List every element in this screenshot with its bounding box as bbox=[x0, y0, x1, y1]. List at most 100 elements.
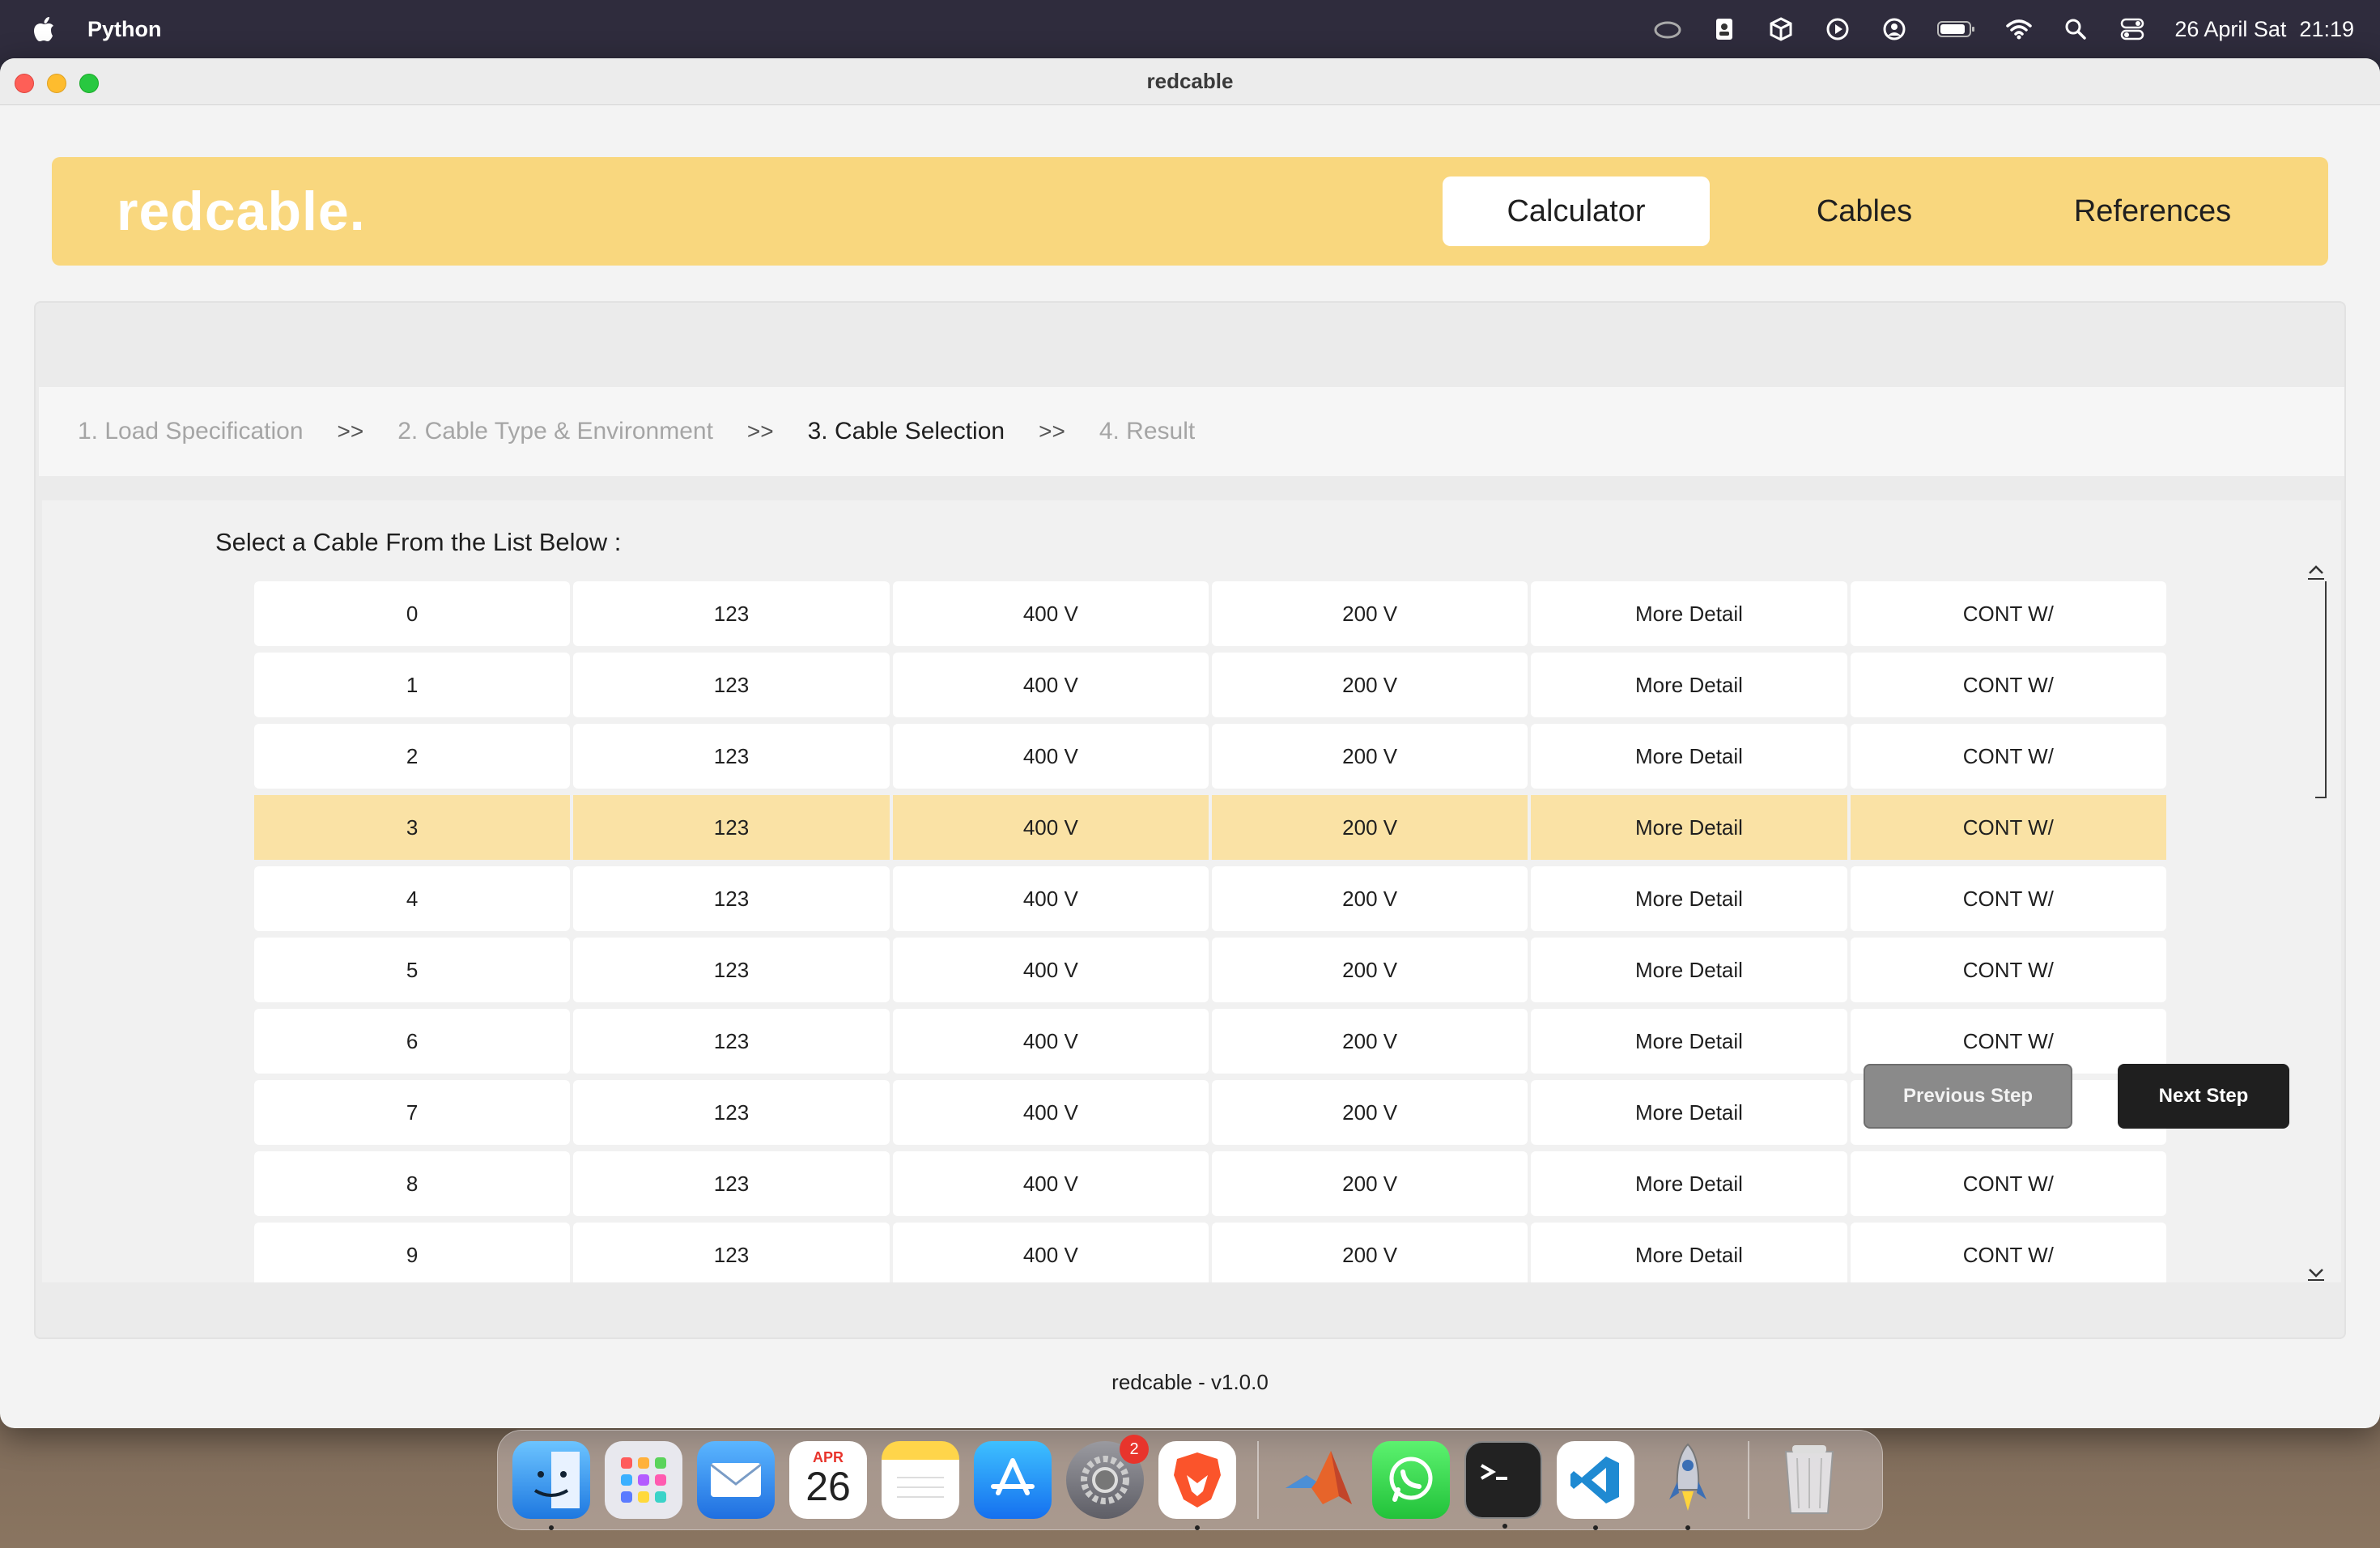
calendar-icon[interactable]: APR 26 bbox=[789, 1441, 867, 1519]
finder-icon[interactable] bbox=[512, 1441, 590, 1530]
cell-cable-value: 123 bbox=[573, 724, 890, 789]
cell-more-detail[interactable]: More Detail bbox=[1531, 1151, 1847, 1216]
previous-step-button[interactable]: Previous Step bbox=[1864, 1064, 2072, 1129]
cable-list[interactable]: 0 123 400 V 200 V More Detail CONT W/1 123 400 … bbox=[254, 581, 2166, 1282]
cell-operating-voltage: 200 V bbox=[1211, 581, 1528, 646]
list-prompt: Select a Cable From the List Below : bbox=[215, 528, 622, 556]
cell-cable-value: 123 bbox=[573, 1080, 890, 1145]
cell-more-detail[interactable]: More Detail bbox=[1531, 724, 1847, 789]
cell-operating-voltage: 200 V bbox=[1211, 1223, 1528, 1282]
brave-browser-icon[interactable] bbox=[1158, 1441, 1236, 1530]
cell-more-detail[interactable]: More Detail bbox=[1531, 795, 1847, 860]
clock[interactable]: 26 April Sat 21:19 bbox=[2174, 17, 2354, 42]
list-scrollbar[interactable] bbox=[2299, 560, 2328, 1282]
cell-cont-info: CONT W/ bbox=[1850, 724, 2166, 789]
control-center-icon[interactable] bbox=[2118, 15, 2147, 44]
contacts-icon[interactable] bbox=[1710, 15, 1739, 44]
scrollbar-thumb[interactable] bbox=[2315, 581, 2327, 798]
cell-more-detail[interactable]: More Detail bbox=[1531, 653, 1847, 717]
cell-more-detail[interactable]: More Detail bbox=[1531, 1080, 1847, 1145]
table-row[interactable]: 0 123 400 V 200 V More Detail CONT W/ bbox=[254, 581, 2166, 646]
step-separator: >> bbox=[746, 419, 774, 444]
dock-separator bbox=[1257, 1441, 1259, 1519]
cell-rated-voltage: 400 V bbox=[892, 795, 1209, 860]
app-window: redcable redcable. Calculator Cables Ref… bbox=[0, 58, 2380, 1428]
cell-more-detail[interactable]: More Detail bbox=[1531, 938, 1847, 1002]
next-step-button[interactable]: Next Step bbox=[2118, 1064, 2289, 1129]
play-icon[interactable] bbox=[1823, 15, 1852, 44]
step-load-specification[interactable]: 1. Load Specification bbox=[78, 418, 304, 445]
nav-calculator[interactable]: Calculator bbox=[1443, 176, 1710, 246]
cell-cable-value: 123 bbox=[573, 938, 890, 1002]
python-rocket-icon[interactable] bbox=[1649, 1441, 1727, 1530]
nav-cables[interactable]: Cables bbox=[1731, 176, 1998, 246]
minimize-window-button[interactable] bbox=[47, 74, 66, 93]
table-row[interactable]: 2 123 400 V 200 V More Detail CONT W/ bbox=[254, 724, 2166, 789]
whatsapp-icon[interactable] bbox=[1372, 1441, 1450, 1519]
cell-cont-info: CONT W/ bbox=[1850, 795, 2166, 860]
cell-rated-voltage: 400 V bbox=[892, 1009, 1209, 1074]
matlab-icon[interactable] bbox=[1280, 1441, 1358, 1519]
spotlight-search-icon[interactable] bbox=[2061, 15, 2090, 44]
table-row[interactable]: 9 123 400 V 200 V More Detail CONT W/ bbox=[254, 1223, 2166, 1282]
launchpad-icon[interactable] bbox=[605, 1441, 682, 1519]
user-account-icon[interactable] bbox=[1880, 15, 1909, 44]
step-cable-selection[interactable]: 3. Cable Selection bbox=[808, 418, 1005, 445]
calendar-day: 26 bbox=[805, 1463, 851, 1509]
table-row[interactable]: 1 123 400 V 200 V More Detail CONT W/ bbox=[254, 653, 2166, 717]
table-row[interactable]: 5 123 400 V 200 V More Detail CONT W/ bbox=[254, 938, 2166, 1002]
table-row[interactable]: 8 123 400 V 200 V More Detail CONT W/ bbox=[254, 1151, 2166, 1216]
cell-index: 9 bbox=[254, 1223, 571, 1282]
vscode-icon[interactable] bbox=[1557, 1441, 1634, 1530]
mail-icon[interactable] bbox=[697, 1441, 775, 1519]
battery-icon[interactable] bbox=[1936, 15, 1977, 44]
window-title: redcable bbox=[1146, 69, 1234, 93]
cell-operating-voltage: 200 V bbox=[1211, 1009, 1528, 1074]
wifi-icon[interactable] bbox=[2004, 15, 2034, 44]
menu-bar: Python 26 April Sat 21:19 bbox=[0, 0, 2380, 58]
cell-operating-voltage: 200 V bbox=[1211, 724, 1528, 789]
cell-cont-info: CONT W/ bbox=[1850, 938, 2166, 1002]
scroll-up-icon[interactable] bbox=[2306, 560, 2327, 581]
cell-cont-info: CONT W/ bbox=[1850, 581, 2166, 646]
cell-more-detail[interactable]: More Detail bbox=[1531, 1223, 1847, 1282]
window-controls bbox=[15, 74, 99, 93]
table-row-selected[interactable]: 3 123 400 V 200 V More Detail CONT W/ bbox=[254, 795, 2166, 860]
cell-operating-voltage: 200 V bbox=[1211, 1151, 1528, 1216]
cell-index: 1 bbox=[254, 653, 571, 717]
scroll-down-icon[interactable] bbox=[2306, 1261, 2327, 1282]
close-window-button[interactable] bbox=[15, 74, 34, 93]
cell-operating-voltage: 200 V bbox=[1211, 795, 1528, 860]
cell-cont-info: CONT W/ bbox=[1850, 1223, 2166, 1282]
active-app-name[interactable]: Python bbox=[87, 17, 162, 42]
box-icon[interactable] bbox=[1766, 15, 1796, 44]
time-text: 21:19 bbox=[2299, 16, 2354, 41]
cell-index: 3 bbox=[254, 795, 571, 860]
notes-icon[interactable] bbox=[882, 1441, 959, 1519]
cell-operating-voltage: 200 V bbox=[1211, 938, 1528, 1002]
dock-separator bbox=[1748, 1441, 1749, 1519]
cell-more-detail[interactable]: More Detail bbox=[1531, 866, 1847, 931]
terminal-icon[interactable] bbox=[1464, 1441, 1542, 1529]
running-indicator bbox=[549, 1525, 554, 1530]
nav-references[interactable]: References bbox=[2019, 176, 2286, 246]
apple-icon[interactable] bbox=[34, 17, 55, 41]
step-separator: >> bbox=[1039, 419, 1065, 444]
cable-list-area: Select a Cable From the List Below : 0 12… bbox=[42, 500, 2341, 1282]
table-row[interactable]: 4 123 400 V 200 V More Detail CONT W/ bbox=[254, 866, 2166, 931]
cell-rated-voltage: 400 V bbox=[892, 653, 1209, 717]
app-store-icon[interactable] bbox=[974, 1441, 1052, 1519]
maximize-window-button[interactable] bbox=[79, 74, 99, 93]
cell-more-detail[interactable]: More Detail bbox=[1531, 1009, 1847, 1074]
cell-more-detail[interactable]: More Detail bbox=[1531, 581, 1847, 646]
step-result[interactable]: 4. Result bbox=[1099, 418, 1195, 445]
status-area: 26 April Sat 21:19 bbox=[1653, 15, 2354, 44]
creative-cloud-icon[interactable] bbox=[1653, 15, 1682, 44]
cell-cable-value: 123 bbox=[573, 1009, 890, 1074]
cell-cont-info: CONT W/ bbox=[1850, 653, 2166, 717]
step-cable-type-environment[interactable]: 2. Cable Type & Environment bbox=[397, 418, 713, 445]
running-indicator bbox=[1502, 1524, 1507, 1529]
notification-badge: 2 bbox=[1120, 1435, 1149, 1464]
trash-icon[interactable] bbox=[1770, 1441, 1848, 1519]
system-settings-icon[interactable]: 2 bbox=[1066, 1435, 1149, 1519]
